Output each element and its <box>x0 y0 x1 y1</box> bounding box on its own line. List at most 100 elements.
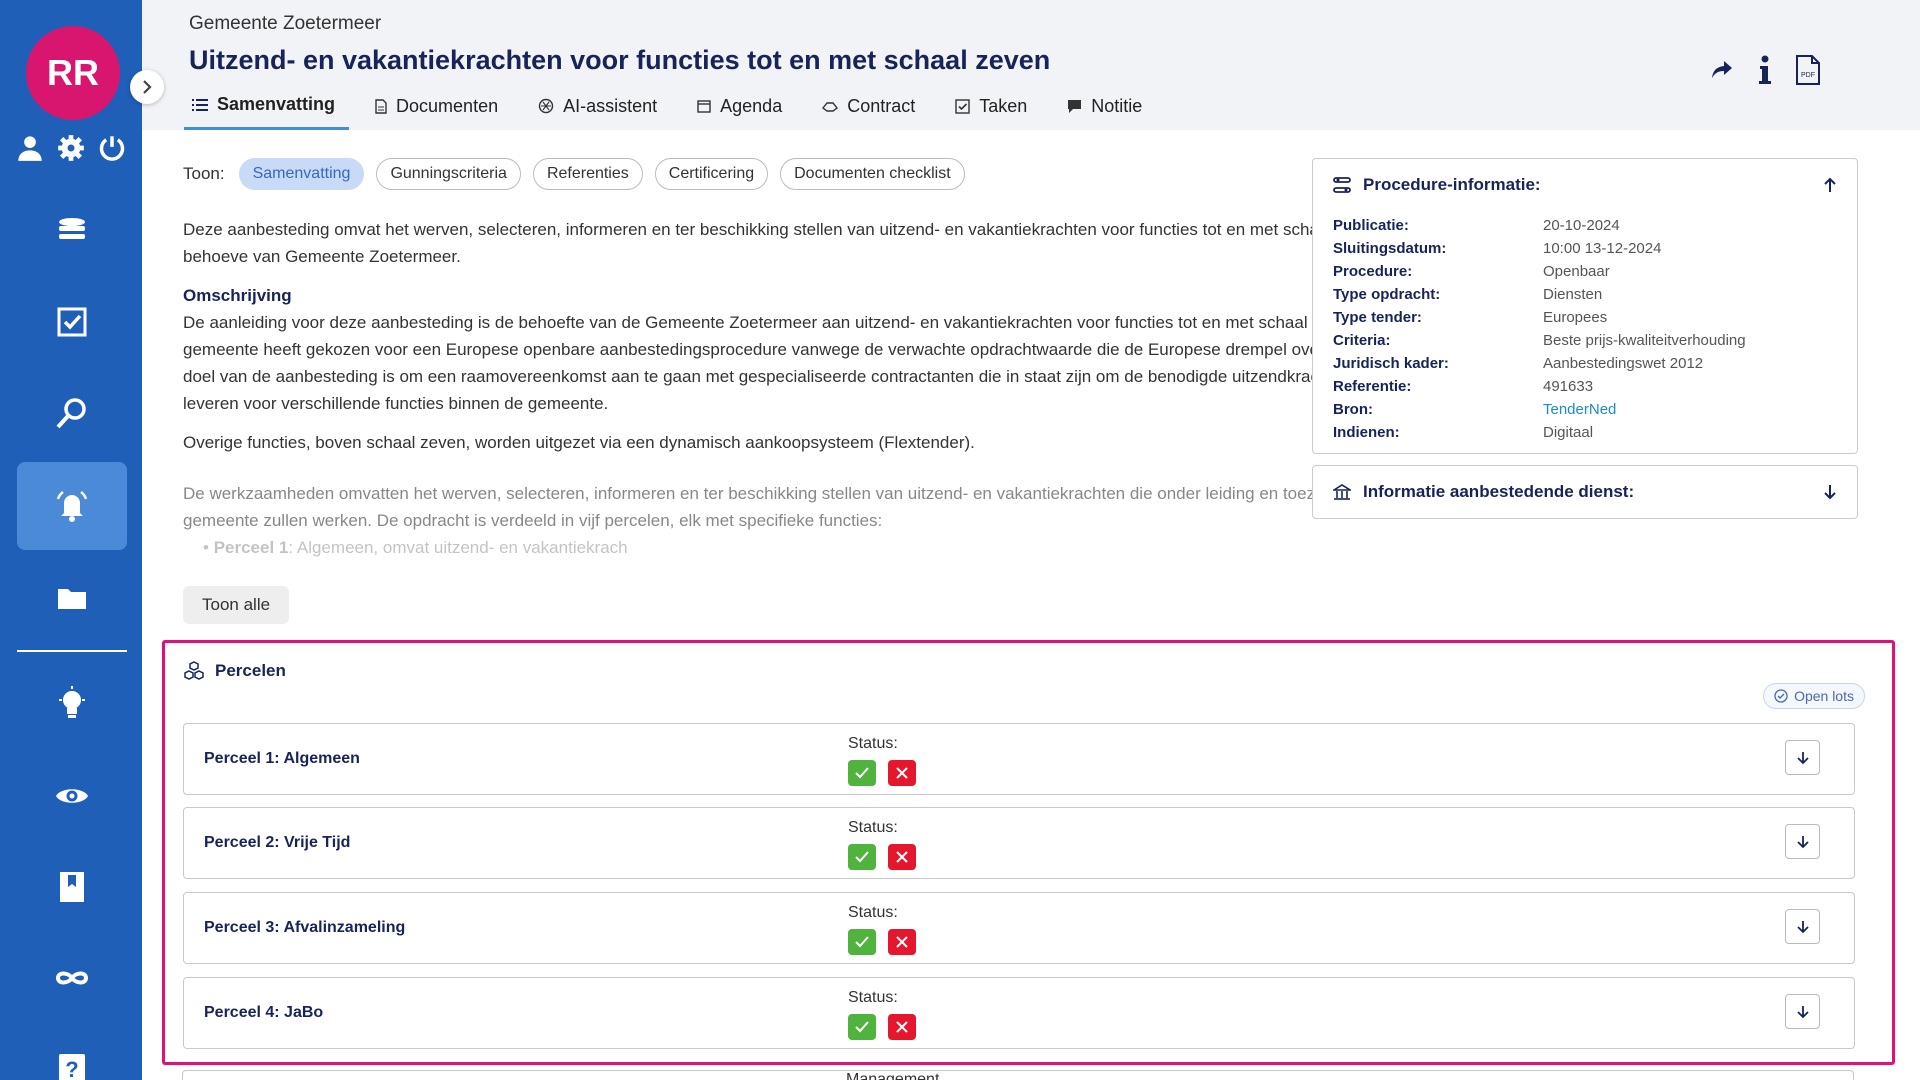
handshake-icon <box>822 102 839 112</box>
folder-icon[interactable] <box>17 554 127 642</box>
lightbulb-icon[interactable] <box>17 660 127 748</box>
ai-icon <box>538 98 554 114</box>
info-row: Bron: TenderNed <box>1333 401 1843 424</box>
approve-button[interactable] <box>848 844 876 870</box>
filter-referenties[interactable]: Referenties <box>532 158 643 190</box>
tab-contract[interactable]: Contract <box>814 90 929 130</box>
info-key: Procedure: <box>1333 263 1413 280</box>
show-all-button[interactable]: Toon alle <box>183 586 290 624</box>
svg-text:?: ? <box>65 1057 78 1080</box>
arrow-down-icon[interactable] <box>1823 484 1837 500</box>
infinity-icon[interactable] <box>17 934 127 1022</box>
approve-button[interactable] <box>848 929 876 955</box>
share-icon[interactable] <box>1710 59 1734 86</box>
lot-status-buttons <box>848 760 916 786</box>
source-link[interactable]: TenderNed <box>1543 401 1616 424</box>
authority-info-header[interactable]: Informatie aanbestedende dienst: <box>1333 482 1837 502</box>
gear-icon[interactable] <box>57 134 85 167</box>
info-key: Criteria: <box>1333 332 1391 349</box>
lot-name: Perceel 4: JaBo <box>204 1004 324 1021</box>
info-value: Openbaar <box>1543 263 1610 280</box>
search-icon[interactable] <box>17 369 127 457</box>
lot-row[interactable]: Perceel 4: JaBo Status: <box>183 977 1855 1049</box>
authority-info-card[interactable]: Informatie aanbestedende dienst: <box>1312 465 1858 519</box>
info-key: Type tender: <box>1333 309 1422 326</box>
lot-status-label: Status: <box>848 904 898 921</box>
percelen-header: Percelen <box>183 661 286 681</box>
expand-lot-button[interactable] <box>1785 740 1820 775</box>
reject-button[interactable] <box>888 929 916 955</box>
info-value: Diensten <box>1543 286 1603 303</box>
info-row: Referentie: 491633 <box>1333 378 1843 401</box>
arrow-down-icon <box>1796 920 1809 933</box>
user-icon[interactable] <box>16 134 44 167</box>
expand-lot-button[interactable] <box>1785 909 1820 944</box>
page-header: Gemeente Zoetermeer Uitzend- en vakantie… <box>142 0 1920 130</box>
reject-button[interactable] <box>888 844 916 870</box>
info-icon[interactable] <box>1758 55 1772 90</box>
arrow-down-icon <box>1796 835 1809 848</box>
calendar-icon <box>697 100 711 113</box>
lot-name: Perceel 1: Algemeen <box>204 750 360 767</box>
power-icon[interactable] <box>98 134 126 167</box>
reject-button[interactable] <box>888 1014 916 1040</box>
percelen-title: Percelen <box>215 661 286 680</box>
expand-lot-button[interactable] <box>1785 824 1820 859</box>
open-lots-button[interactable]: Open lots <box>1763 683 1865 709</box>
lot-row[interactable]: Perceel 1: Algemeen Status: <box>183 723 1855 795</box>
tab-agenda[interactable]: Agenda <box>689 90 796 130</box>
eye-icon[interactable] <box>17 752 127 840</box>
avatar[interactable]: RR <box>26 26 120 120</box>
approve-button[interactable] <box>848 1014 876 1040</box>
tab-samenvatting[interactable]: Samenvatting <box>184 90 350 130</box>
check-icon <box>855 936 869 948</box>
info-key: Bron: <box>1333 401 1373 418</box>
info-key: Publicatie: <box>1333 217 1409 234</box>
authority-info-title: Informatie aanbestedende dienst: <box>1363 482 1635 501</box>
summary-paragraph: De aanleiding voor deze aanbesteding is … <box>183 313 1415 413</box>
bullet-text: : Algemeen, omvat uitzend- en vakantiekr… <box>288 538 628 557</box>
tab-bar: Samenvatting Documenten AI-assistent Age… <box>184 90 1174 130</box>
info-value: 20-10-2024 <box>1543 217 1620 234</box>
summary-text: Deze aanbesteding omvat het werven, sele… <box>183 216 1418 468</box>
procedure-info-header[interactable]: Procedure-informatie: <box>1333 175 1837 195</box>
info-row: Sluitingsdatum: 10:00 13-12-2024 <box>1333 240 1843 263</box>
filter-documenten-checklist[interactable]: Documenten checklist <box>780 158 965 190</box>
filter-certificering[interactable]: Certificering <box>654 158 769 190</box>
view-filter: Toon: Samenvatting Gunningscriteria Refe… <box>183 158 965 190</box>
info-key: Indienen: <box>1333 424 1400 441</box>
svg-text:PDF: PDF <box>1801 72 1815 79</box>
main-content: Toon: Samenvatting Gunningscriteria Refe… <box>142 130 1920 1080</box>
bullet-title: Perceel 1 <box>213 538 289 557</box>
task-icon <box>955 98 970 114</box>
help-icon[interactable]: ? <box>17 1025 127 1080</box>
reject-button[interactable] <box>888 760 916 786</box>
page-title: Uitzend- en vakantiekrachten voor functi… <box>189 45 1051 75</box>
info-key: Type opdracht: <box>1333 286 1441 303</box>
cross-icon <box>896 851 908 863</box>
tab-notitie[interactable]: Notitie <box>1059 90 1156 130</box>
approve-button[interactable] <box>848 760 876 786</box>
bookmark-icon[interactable] <box>17 843 127 931</box>
lot-status-buttons <box>848 929 916 955</box>
tab-ai-assistent[interactable]: AI-assistent <box>530 90 671 130</box>
tab-documenten[interactable]: Documenten <box>367 90 512 130</box>
summary-heading: Omschrijving <box>183 286 292 305</box>
arrow-up-icon[interactable] <box>1823 177 1837 193</box>
sidebar-collapse-button[interactable] <box>130 70 164 104</box>
checkbox-icon[interactable] <box>17 278 127 366</box>
procedure-icon <box>1333 177 1351 193</box>
tab-taken[interactable]: Taken <box>947 90 1041 130</box>
lot-row[interactable]: Perceel 3: Afvalinzameling Status: <box>183 892 1855 964</box>
view-filter-label: Toon: <box>183 164 225 183</box>
filter-gunningscriteria[interactable]: Gunningscriteria <box>376 158 521 190</box>
lot-row[interactable]: Perceel 2: Vrije Tijd Status: <box>183 807 1855 879</box>
expand-lot-button[interactable] <box>1785 994 1820 1029</box>
pdf-icon[interactable]: PDF <box>1796 55 1820 90</box>
bell-icon[interactable] <box>17 462 127 550</box>
database-icon[interactable] <box>17 186 127 274</box>
check-icon <box>855 851 869 863</box>
filter-samenvatting[interactable]: Samenvatting <box>238 158 365 190</box>
cross-icon <box>896 1021 908 1033</box>
lot-row-partial[interactable] <box>182 1070 1854 1080</box>
